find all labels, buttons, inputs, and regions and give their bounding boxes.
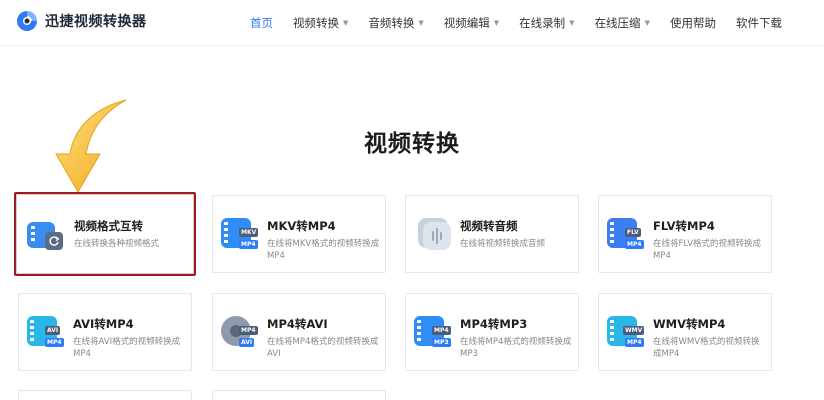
card-desc: 在线将视频转换成音频 [460, 239, 546, 249]
format-badge: MP4 [239, 240, 258, 249]
format-badge: MP3 [432, 338, 451, 347]
card-mp4-to-mp3[interactable]: MP4 MP3 MP4转MP3 在线将MP4格式的视频转换成MP3 [405, 293, 579, 371]
card-desc: 在线将WMV格式的视频转换成MP4 [653, 337, 760, 359]
nav-label: 视频编辑 [443, 16, 490, 30]
nav-item-video-edit[interactable]: 视频编辑 ▼ [444, 15, 499, 31]
card-flv-to-mp4[interactable]: FLV MP4 FLV转MP4 在线将FLV格式的视频转换成MP4 [598, 195, 772, 273]
card-title: 视频格式互转 [74, 219, 143, 233]
format-badge: MKV [239, 228, 259, 237]
nav-label: 使用帮助 [669, 16, 716, 30]
chevron-down-icon: ▼ [343, 19, 349, 27]
mp4-to-avi-icon: MP4 AVI [221, 316, 259, 350]
logo-icon [16, 10, 38, 32]
chevron-down-icon: ▼ [493, 19, 500, 27]
format-badge: FLV [625, 228, 641, 237]
nav-item-home[interactable]: 首页 [250, 15, 273, 31]
card-mp4-to-avi[interactable]: MP4 AVI MP4转AVI 在线将MP4格式的视频转换成AVI [212, 293, 386, 371]
card-video-format-convert[interactable]: 视频格式互转 在线转换各种视频格式 [14, 192, 196, 276]
nav-label: 在线压缩 [594, 16, 641, 30]
card-title: MP4转AVI [267, 317, 328, 331]
card-title: FLV转MP4 [653, 219, 715, 233]
main-nav: 首页 视频转换 ▼ 音频转换 ▼ 视频编辑 ▼ 在线录制 ▼ 在线压缩 ▼ 使用帮助 软件… [250, 0, 802, 46]
format-badge: MP4 [625, 240, 644, 249]
app-name: 迅捷视频转换器 [45, 14, 147, 30]
card-wmv-to-mp4[interactable]: WMV MP4 WMV转MP4 在线将WMV格式的视频转换成MP4 [598, 293, 772, 371]
nav-label: 视频转换 [293, 16, 339, 30]
nav-label: 首页 [250, 16, 273, 30]
logo[interactable]: 迅捷视频转换器 [16, 10, 147, 32]
card-desc: 在线将MP4格式的视频转换成MP3 [460, 337, 572, 359]
card-title: 视频转音频 [460, 219, 518, 233]
avi-to-mp4-icon: AVI MP4 [27, 316, 65, 350]
card-title: MP4转MP3 [460, 317, 528, 331]
pointer-arrow-icon [54, 98, 132, 194]
card-desc: 在线将MP4格式的视频转换成AVI [267, 337, 379, 359]
nav-label: 在线录制 [519, 16, 566, 30]
nav-item-video-convert[interactable]: 视频转换 ▼ [293, 15, 348, 31]
chevron-down-icon: ▼ [644, 19, 650, 27]
format-badge: MP4 [239, 326, 258, 335]
format-badge: AVI [239, 338, 255, 347]
card-partial[interactable] [18, 390, 192, 400]
card-avi-to-mp4[interactable]: AVI MP4 AVI转MP4 在线将AVI格式的视频转换成MP4 [18, 293, 192, 371]
card-desc: 在线将AVI格式的视频转换成MP4 [73, 337, 181, 359]
nav-item-online-compress[interactable]: 在线压缩 ▼ [595, 15, 650, 31]
nav-label: 音频转换 [368, 16, 415, 30]
card-title: WMV转MP4 [653, 317, 726, 331]
card-title: AVI转MP4 [73, 317, 134, 331]
nav-item-online-record[interactable]: 在线录制 ▼ [519, 15, 574, 31]
nav-item-download[interactable]: 软件下载 [736, 15, 782, 31]
format-badge: WMV [623, 326, 645, 335]
card-desc: 在线转换各种视频格式 [74, 239, 160, 249]
format-badge: MP4 [625, 338, 644, 347]
wmv-to-mp4-icon: WMV MP4 [607, 316, 645, 350]
card-video-to-audio[interactable]: 视频转音频 在线将视频转换成音频 [405, 195, 579, 273]
nav-item-audio-convert[interactable]: 音频转换 ▼ [368, 15, 423, 31]
top-nav-bar: 迅捷视频转换器 首页 视频转换 ▼ 音频转换 ▼ 视频编辑 ▼ 在线录制 ▼ 在线压缩 ▼… [0, 0, 824, 46]
card-desc: 在线将MKV格式的视频转换成MP4 [267, 239, 380, 261]
card-mkv-to-mp4[interactable]: MKV MP4 MKV转MP4 在线将MKV格式的视频转换成MP4 [212, 195, 386, 273]
mkv-to-mp4-icon: MKV MP4 [221, 218, 259, 252]
video-convert-icon [27, 220, 65, 254]
format-badge: MP4 [432, 326, 451, 335]
flv-to-mp4-icon: FLV MP4 [607, 218, 645, 252]
video-to-audio-icon [414, 218, 452, 252]
format-badge: MP4 [45, 338, 64, 347]
card-title: MKV转MP4 [267, 219, 336, 233]
nav-label: 软件下载 [735, 16, 782, 30]
card-desc: 在线将FLV格式的视频转换成MP4 [653, 239, 762, 261]
mp4-to-mp3-icon: MP4 MP3 [414, 316, 452, 350]
chevron-down-icon: ▼ [569, 19, 575, 27]
format-badge: AVI [45, 326, 61, 335]
card-partial[interactable] [212, 390, 386, 400]
chevron-down-icon: ▼ [418, 19, 424, 27]
nav-item-help[interactable]: 使用帮助 [670, 15, 716, 31]
